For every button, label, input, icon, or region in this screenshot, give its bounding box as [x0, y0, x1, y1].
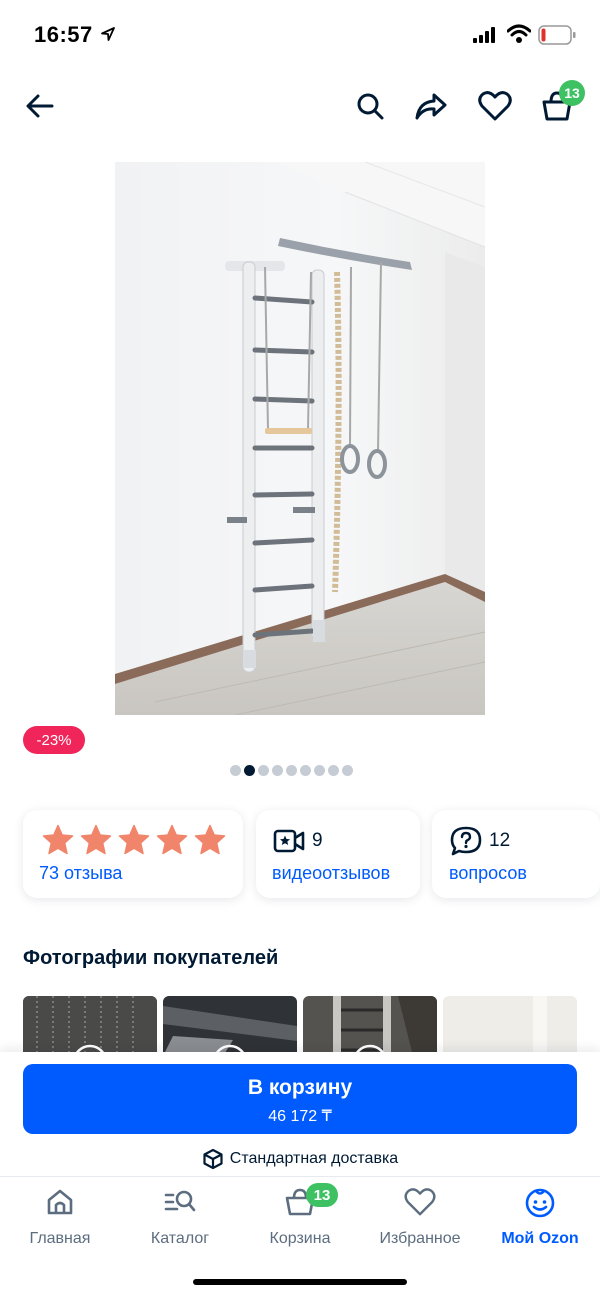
share-button[interactable]: [410, 86, 452, 126]
tab-label: Каталог: [150, 1230, 210, 1247]
top-nav: [0, 78, 600, 134]
star-icon: [118, 824, 150, 855]
wifi-icon: [507, 24, 531, 43]
gallery-dot[interactable]: [342, 765, 353, 776]
bottom-panel: В корзину 46 172 ₸ Стандартная доставка …: [0, 1052, 600, 1297]
tab-bar: Главная Каталог 13 Корзина Избранное Мой…: [0, 1176, 600, 1266]
questions-card[interactable]: 12 вопросов: [432, 810, 600, 898]
search-button[interactable]: [350, 86, 390, 126]
star-icon: [42, 824, 74, 855]
photo-thumbnail: [23, 996, 157, 1056]
photo-thumbnail: [303, 996, 437, 1056]
heart-icon: [478, 91, 512, 121]
gallery-dot[interactable]: [286, 765, 297, 776]
tab-catalog[interactable]: Каталог: [120, 1177, 240, 1267]
cart-tab-badge: 13: [306, 1183, 338, 1207]
customer-photo-2[interactable]: [163, 996, 297, 1056]
price: 46 172 ₸: [268, 1108, 332, 1125]
tab-my-ozon[interactable]: Мой Ozon: [480, 1177, 600, 1267]
home-indicator: [193, 1279, 407, 1285]
back-arrow-icon: [26, 94, 54, 118]
gallery-dot[interactable]: [314, 765, 325, 776]
product-photo: [115, 162, 485, 715]
tab-label: Мой Ozon: [501, 1230, 579, 1247]
customer-photo-4[interactable]: [443, 996, 577, 1056]
customer-photo-3[interactable]: [303, 996, 437, 1056]
add-to-cart-label: В корзину: [247, 1076, 353, 1099]
favorite-button[interactable]: [474, 86, 516, 126]
delivery-label: Стандартная доставка: [229, 1150, 399, 1167]
delivery-info[interactable]: Стандартная доставка: [0, 1148, 600, 1170]
gallery-dot[interactable]: [328, 765, 339, 776]
video-review-icon: [273, 829, 305, 853]
add-to-cart-button[interactable]: В корзину 46 172 ₸: [23, 1064, 577, 1134]
tab-favorites[interactable]: Избранное: [360, 1177, 480, 1267]
customer-photo-1[interactable]: [23, 996, 157, 1056]
gallery-dot[interactable]: [300, 765, 311, 776]
gallery-dot[interactable]: [230, 765, 241, 776]
home-icon: [47, 1189, 73, 1215]
question-icon: [450, 826, 482, 856]
battery-icon: [538, 25, 576, 45]
tab-label: Главная: [29, 1230, 91, 1247]
photo-thumbnail: [443, 996, 577, 1056]
search-icon: [357, 93, 384, 120]
photo-thumbnail: [163, 996, 297, 1056]
catalog-icon: [164, 1190, 196, 1212]
back-button[interactable]: [20, 86, 60, 126]
questions-label: вопросов: [449, 863, 527, 883]
video-reviews-card[interactable]: 9 видеоотзывов: [256, 810, 420, 898]
tab-label: Корзина: [269, 1230, 331, 1247]
video-reviews-count: 9: [312, 830, 323, 851]
discount-badge: -23%: [23, 726, 85, 754]
share-icon: [415, 93, 447, 120]
cart-count-badge: 13: [559, 80, 585, 106]
star-icon: [156, 824, 188, 855]
tab-label: Избранное: [379, 1230, 461, 1247]
gallery-dots[interactable]: [230, 765, 353, 776]
reviews-count: 73 отзыва: [39, 863, 123, 883]
gallery-dot[interactable]: [258, 765, 269, 776]
signal-icon: [473, 27, 495, 43]
tab-cart[interactable]: 13 Корзина: [240, 1177, 360, 1267]
profile-icon: [525, 1188, 555, 1218]
product-image[interactable]: [115, 162, 485, 715]
star-icon: [80, 824, 112, 855]
gallery-dot[interactable]: [272, 765, 283, 776]
customer-photos-title: Фотографии покупателей: [23, 947, 279, 969]
star-icon: [194, 824, 226, 855]
video-reviews-label: видеоотзывов: [272, 863, 391, 883]
gallery-dot[interactable]: [244, 765, 255, 776]
box-icon: [203, 1148, 223, 1170]
tab-home[interactable]: Главная: [0, 1177, 120, 1267]
rating-stars: [41, 824, 227, 856]
status-bar: 16:57: [0, 0, 600, 70]
location-arrow-icon: [101, 27, 115, 41]
heart-icon: [404, 1188, 436, 1216]
questions-count: 12: [489, 830, 511, 851]
reviews-card[interactable]: 73 отзыва: [23, 810, 243, 898]
status-time: 16:57: [34, 22, 93, 47]
